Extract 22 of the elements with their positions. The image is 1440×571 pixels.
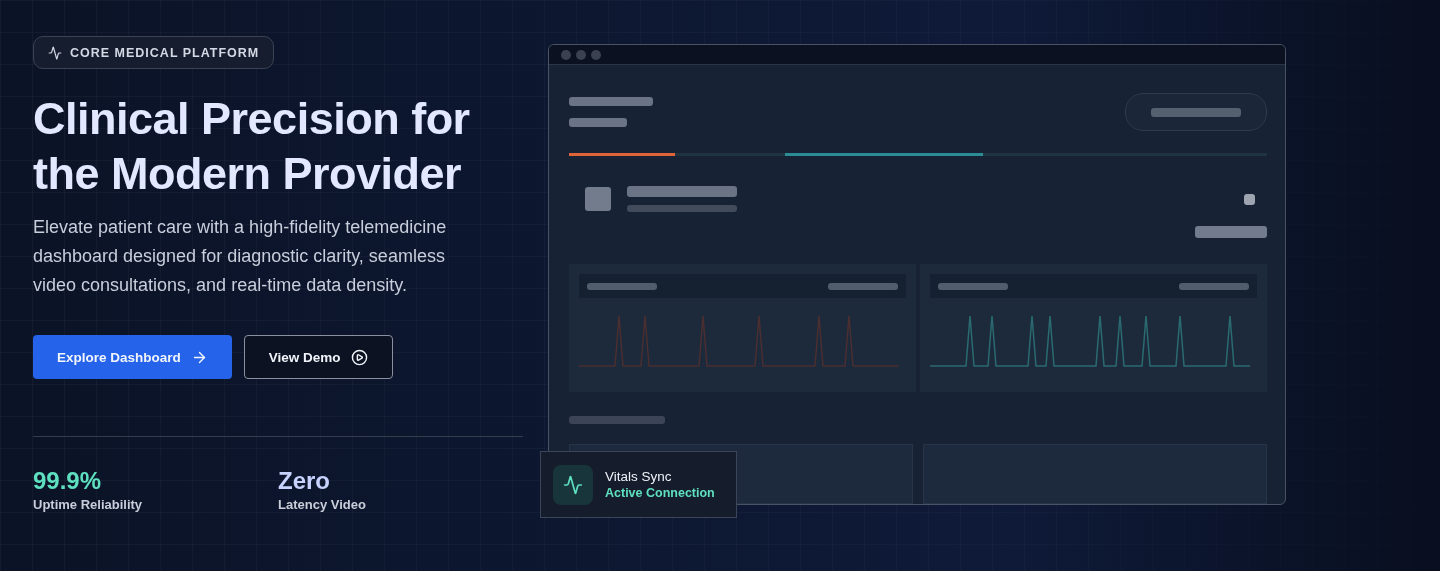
window-dot	[576, 49, 586, 60]
stat-label: Uptime Reliability	[33, 497, 144, 512]
sync-status: Active Connection	[605, 486, 715, 500]
window-dot	[591, 49, 601, 60]
stat-label: Latency Video	[278, 497, 367, 512]
blurred-text-line	[587, 282, 657, 290]
blurred-text-line	[938, 282, 1008, 290]
hero-heading: Clinical Precision for the Modern Provider	[33, 92, 471, 201]
category-badge: CORE MEDICAL PLATFORM	[33, 36, 275, 69]
explore-button[interactable]: Explore Dashboard	[33, 335, 232, 379]
pulse-icon	[48, 45, 62, 60]
stat-value: 99.9%	[33, 467, 103, 495]
blurred-text-line	[1179, 282, 1249, 290]
blurred-text-line	[828, 282, 898, 290]
sync-title: Vitals Sync	[605, 469, 673, 484]
heartbeat-monitor-icon	[553, 464, 593, 505]
play-circle-icon	[350, 348, 368, 366]
demo-button[interactable]: View Demo	[243, 335, 393, 379]
window-dot	[561, 49, 571, 60]
blurred-text-line	[569, 118, 627, 127]
stat-value: Zero	[278, 467, 331, 495]
hero-description: Elevate patient care with a high-fidelity telemedicine dashboard designed for diagnostic clarity, seamless video consultations, and real-time data density.	[33, 216, 448, 297]
